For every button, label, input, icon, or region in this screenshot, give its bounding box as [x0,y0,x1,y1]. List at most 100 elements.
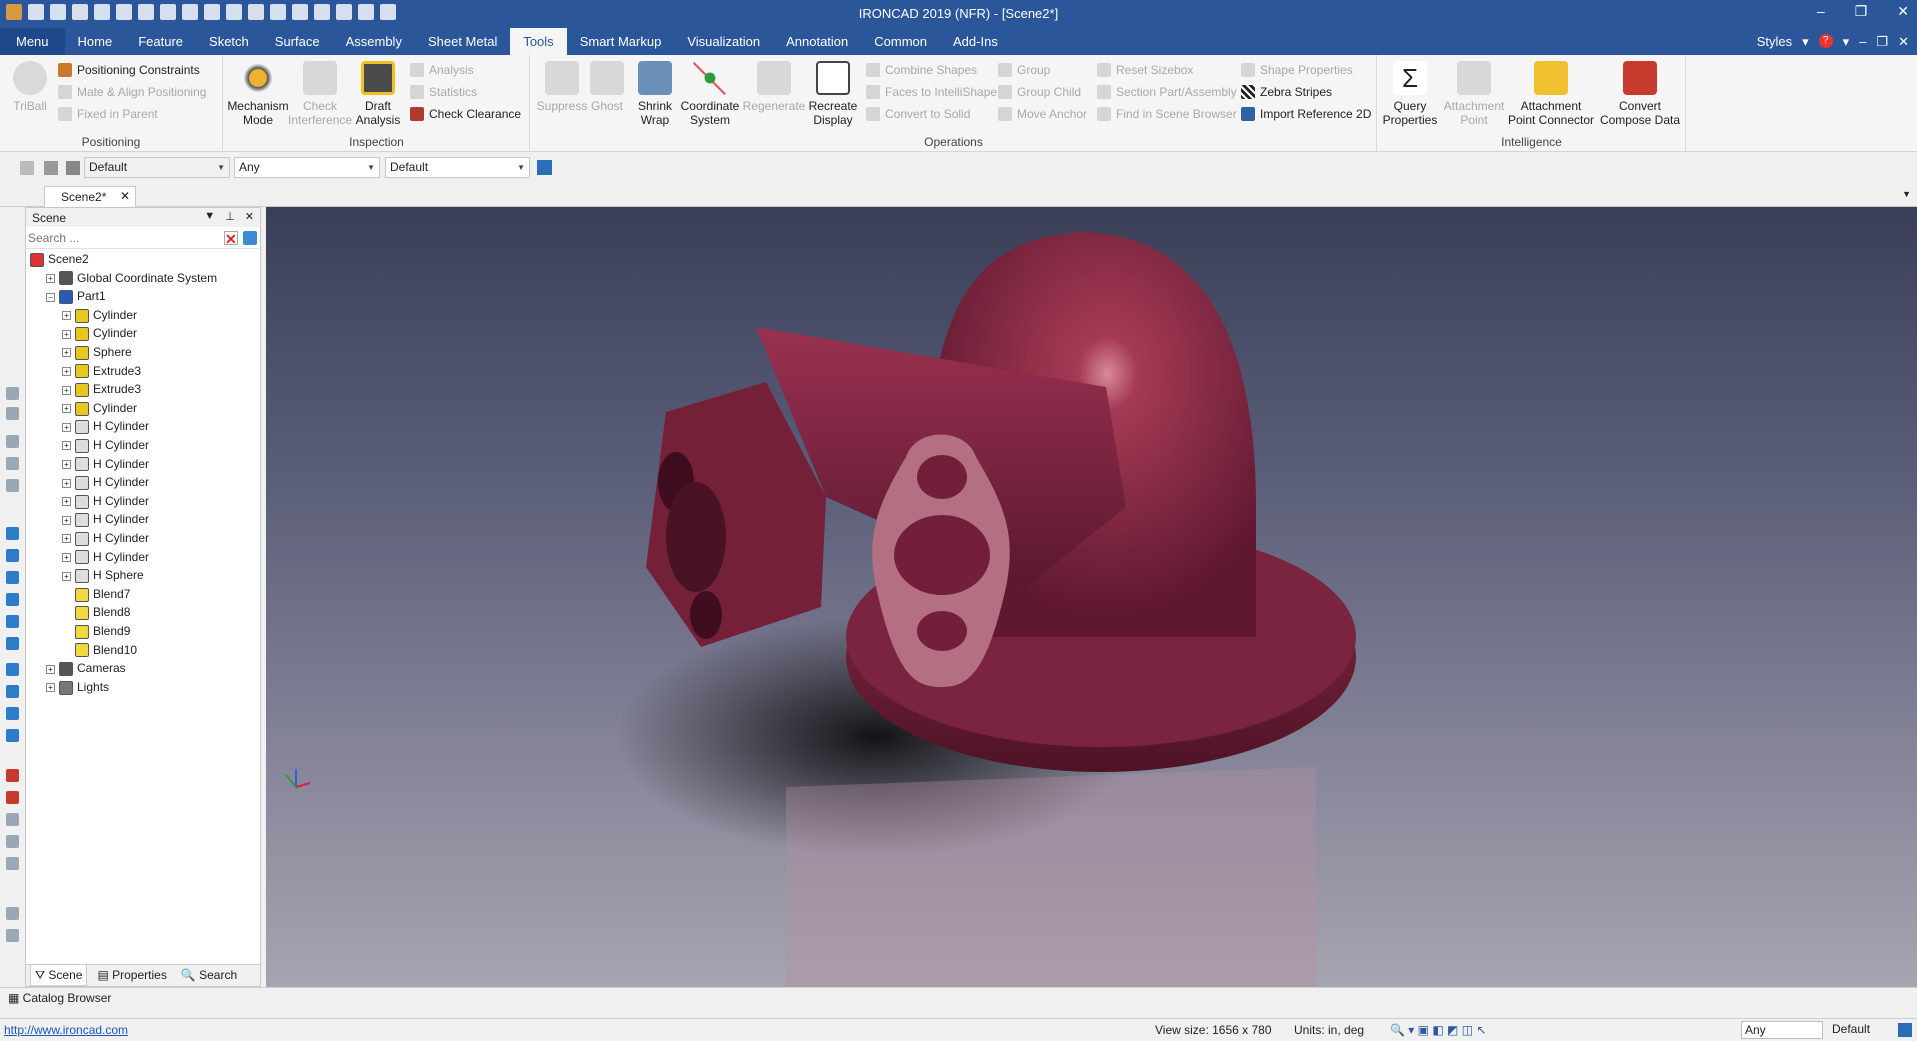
attachment-point-button[interactable]: Attachment Point [1442,61,1506,127]
tab-sketch[interactable]: Sketch [196,28,262,55]
expand-icon[interactable]: + [62,366,71,376]
expand-icon[interactable]: + [62,478,71,488]
tree-item[interactable]: + Cylinder [62,400,137,417]
tool-icon[interactable] [6,387,19,400]
tab-visualization[interactable]: Visualization [674,28,773,55]
combine-shapes-button[interactable]: Combine Shapes [866,61,977,79]
sphere-icon[interactable] [6,593,19,606]
tab-list-icon[interactable]: ▼ [1902,189,1911,199]
shape-properties-button[interactable]: Shape Properties [1241,61,1353,79]
tab-menu[interactable]: Menu [0,28,65,55]
tree-item[interactable]: + H Cylinder [62,456,149,473]
tree-item[interactable]: + Cylinder [62,307,137,324]
tree-item[interactable]: + H Sphere [62,567,144,584]
fixed-in-parent-button[interactable]: Fixed in Parent [58,105,158,123]
tree-item[interactable]: Blend7 [62,586,130,603]
restore-icon[interactable]: ❐ [1855,3,1868,20]
tab-home[interactable]: Home [65,28,126,55]
triball-button[interactable]: TriBall [0,61,60,113]
convert-to-solid-button[interactable]: Convert to Solid [866,105,970,123]
tab-smart-markup[interactable]: Smart Markup [567,28,675,55]
tree-item[interactable]: + H Cylinder [62,549,149,566]
select-filter-icon[interactable] [66,161,80,175]
tree-item[interactable]: + Extrude3 [62,363,141,380]
minimize-icon[interactable]: – [1817,3,1825,20]
tree-view-icon[interactable] [537,160,552,175]
tree-item[interactable]: + H Cylinder [62,437,149,454]
attachment-point-connector-button[interactable]: Attachment Point Connector [1506,61,1596,127]
zoom-icon[interactable]: 🔍 [1390,1023,1405,1037]
tab-scene[interactable]: ⛛ Scene [30,965,88,986]
tree-item[interactable]: + H Cylinder [62,511,149,528]
style-select[interactable]: Default ▼ [84,157,230,178]
wedge-icon[interactable] [6,637,19,650]
3d-viewport[interactable] [266,207,1917,987]
tab-assembly[interactable]: Assembly [333,28,415,55]
rotate-icon[interactable] [6,835,19,848]
website-link[interactable]: http://www.ironcad.com [4,1023,128,1037]
filter-select[interactable]: Any ▼ [234,157,380,178]
expand-icon[interactable]: + [62,515,71,525]
tree-item[interactable]: + Sphere [62,344,132,361]
select-arrow-icon[interactable]: ↖ [1476,1023,1486,1037]
reset-sizebox-button[interactable]: Reset Sizebox [1097,61,1193,79]
convert-compose-data-button[interactable]: Convert Compose Data [1596,61,1684,127]
shading-icon[interactable]: ◩ [1447,1023,1458,1037]
cone-icon[interactable] [6,571,19,584]
tree-item[interactable]: Blend9 [62,623,130,640]
tree-item[interactable]: − Part1 [46,288,106,305]
status-mode-select[interactable]: Default [1829,1021,1893,1039]
expand-icon[interactable]: + [62,385,71,395]
zebra-stripes-button[interactable]: Zebra Stripes [1241,83,1332,101]
tree-item[interactable]: + H Cylinder [62,530,149,547]
tool-icon[interactable] [6,407,19,420]
panel-dropdown-icon[interactable]: ▼ [204,210,215,223]
expand-icon[interactable]: + [62,534,71,544]
select-parts-icon[interactable] [20,161,34,175]
draft-analysis-button[interactable]: Draft Analysis [350,61,406,127]
expand-icon[interactable]: + [46,683,55,693]
query-properties-button[interactable]: Σ Query Properties [1380,61,1440,127]
hole-cone-icon[interactable] [6,707,19,720]
tab-add-ins[interactable]: Add-Ins [940,28,1011,55]
camera-icon[interactable]: ◫ [1462,1023,1473,1037]
tab-surface[interactable]: Surface [262,28,333,55]
shrink-wrap-button[interactable]: Shrink Wrap [630,61,680,127]
tree-item[interactable]: + Extrude3 [62,381,141,398]
tree-item[interactable]: Blend8 [62,604,130,621]
expand-icon[interactable]: + [46,273,55,283]
tree-item[interactable]: + Cylinder [62,325,137,342]
mate-align-button[interactable]: Mate & Align Positioning [58,83,206,101]
close-panel-icon[interactable]: ✕ [245,210,254,223]
analysis-button[interactable]: Analysis [410,61,474,79]
tree-item[interactable]: Blend10 [62,642,137,659]
help-dropdown-icon[interactable]: ▾ [1843,28,1850,55]
catalog-browser-bar[interactable]: ▦ Catalog Browser [0,987,1917,1009]
collapse-icon[interactable]: − [46,292,55,302]
expand-icon[interactable]: + [62,497,71,507]
tab-search[interactable]: 🔍 Search [177,965,241,986]
doc-tab-scene2[interactable]: Scene2* ✕ [44,186,136,207]
regenerate-button[interactable]: Regenerate [741,61,807,113]
tree-item[interactable]: + H Cylinder [62,418,149,435]
orbit-icon[interactable] [6,857,19,870]
hole-cylinder-icon[interactable] [6,685,19,698]
hole-block-icon[interactable] [6,663,19,676]
section-part-button[interactable]: Section Part/Assembly [1097,83,1237,101]
tab-annotation[interactable]: Annotation [773,28,861,55]
pin-icon[interactable]: ⊥ [225,210,235,223]
tree-item[interactable]: + H Cylinder [62,474,149,491]
hole-sphere-icon[interactable] [6,729,19,742]
tree-item[interactable]: + H Cylinder [62,493,149,510]
torus-icon[interactable] [6,615,19,628]
scene-search-input[interactable] [28,229,228,247]
styles-menu[interactable]: Styles [1757,28,1792,55]
smart-dimension-icon[interactable] [6,791,19,804]
ghost-button[interactable]: Ghost [583,61,631,113]
positioning-constraints-button[interactable]: Positioning Constraints [58,61,200,79]
doc-close-icon[interactable]: ✕ [1898,28,1909,55]
find-in-scene-browser-button[interactable]: Find in Scene Browser [1097,105,1237,123]
view-cube-icon[interactable]: ▣ [1418,1023,1429,1037]
close-icon[interactable]: ✕ [1897,3,1909,20]
expand-icon[interactable]: + [62,441,71,451]
